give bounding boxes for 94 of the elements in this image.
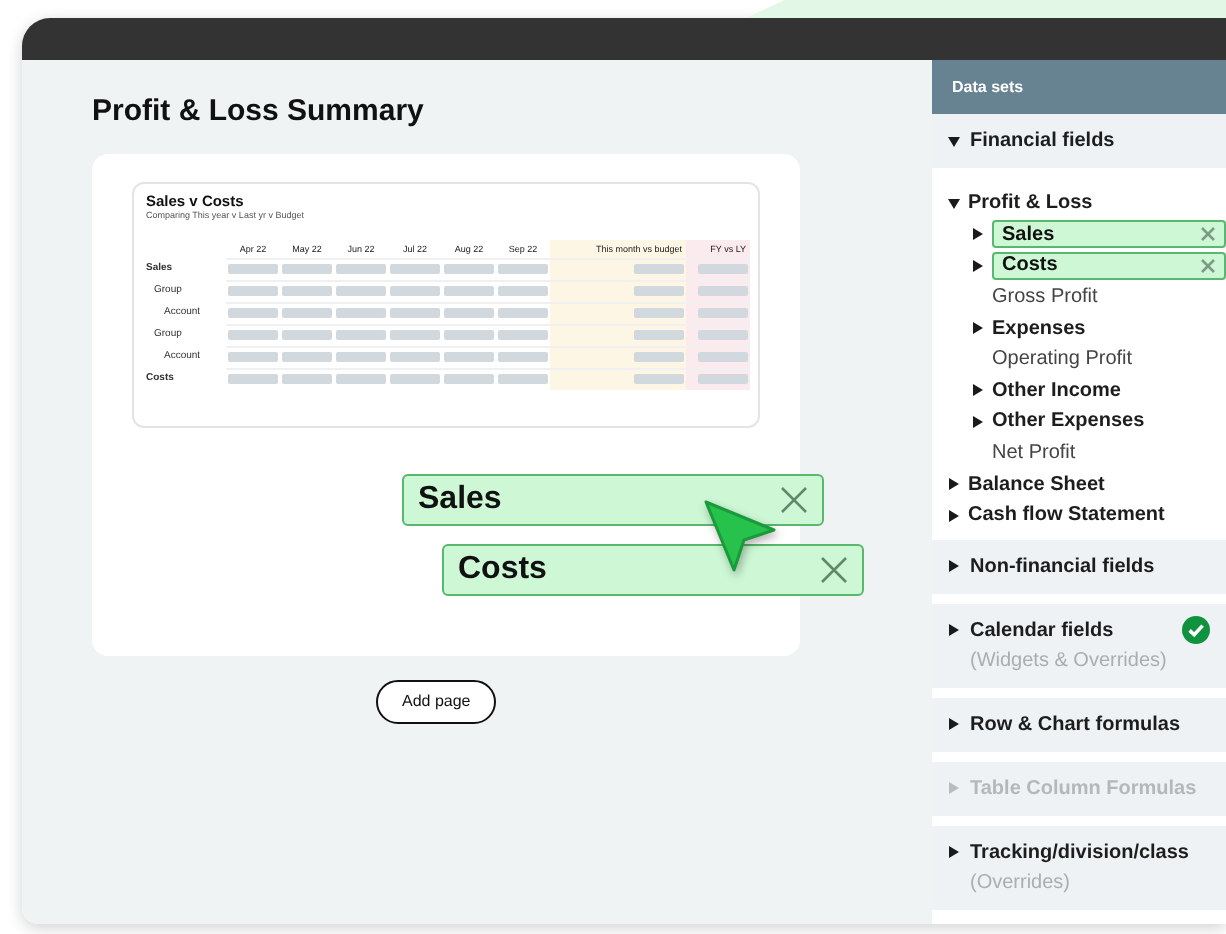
tree-item[interactable]: Balance Sheet — [968, 469, 1105, 500]
tree-item[interactable]: Gross Profit — [992, 282, 1098, 313]
selected-field-chip[interactable]: Sales — [992, 220, 1226, 249]
dragged-field-chip[interactable]: Sales — [402, 474, 824, 526]
placeholder-bar — [634, 308, 684, 319]
caret-icon[interactable] — [948, 478, 960, 491]
placeholder-bar — [634, 330, 684, 341]
section-label: Table Column Formulas — [970, 775, 1197, 804]
placeholder-bar — [698, 264, 748, 275]
caret-icon[interactable] — [948, 197, 960, 210]
selected-field-chip[interactable]: Costs — [992, 251, 1226, 280]
tree-item[interactable]: Cash flow Statement — [968, 500, 1165, 531]
chip-label: Costs — [1002, 252, 1058, 281]
placeholder-bar — [498, 374, 548, 385]
chip-label: Sales — [418, 480, 502, 520]
placeholder-bar — [282, 308, 332, 319]
caret-icon[interactable] — [972, 384, 984, 397]
placeholder-bar — [498, 286, 548, 297]
placeholder-bar — [282, 374, 332, 385]
placeholder-bar — [228, 264, 278, 275]
placeholder-bar — [282, 352, 332, 363]
tree-item[interactable]: Operating Profit — [992, 344, 1133, 375]
close-icon[interactable] — [1200, 257, 1216, 274]
placeholder-bar — [336, 308, 386, 319]
section-label[interactable]: Non-financial fields — [970, 551, 1155, 582]
placeholder-bar — [228, 374, 278, 385]
placeholder-bar — [634, 352, 684, 363]
caret-icon[interactable] — [948, 718, 960, 731]
caret-icon[interactable] — [972, 322, 984, 335]
placeholder-bar — [390, 264, 440, 275]
chip-label: Costs — [458, 550, 547, 590]
placeholder-bar — [698, 330, 748, 341]
placeholder-bar — [444, 330, 494, 341]
placeholder-bar — [498, 264, 548, 275]
placeholder-bar — [228, 352, 278, 363]
chip-label: Sales — [1002, 221, 1055, 250]
placeholder-bar — [698, 352, 748, 363]
placeholder-bar — [336, 286, 386, 297]
close-icon[interactable] — [820, 556, 848, 584]
placeholder-bar — [498, 352, 548, 363]
caret-icon[interactable] — [948, 846, 960, 859]
placeholder-bar — [498, 330, 548, 341]
section-subtitle: (Overrides) — [968, 869, 1073, 898]
placeholder-bar — [634, 264, 684, 275]
placeholder-bar — [698, 286, 748, 297]
dragged-field-chip[interactable]: Costs — [442, 544, 864, 596]
caret-icon[interactable] — [948, 624, 960, 637]
section-label[interactable]: Financial fields — [970, 126, 1115, 156]
placeholder-bar — [336, 330, 386, 341]
placeholder-bar — [228, 286, 278, 297]
placeholder-bar — [698, 374, 748, 385]
caret-icon[interactable] — [948, 509, 960, 522]
placeholder-bar — [282, 264, 332, 275]
tree-item[interactable]: Expenses — [992, 313, 1086, 344]
placeholder-bar — [444, 374, 494, 385]
placeholder-bar — [282, 330, 332, 341]
placeholder-bar — [390, 286, 440, 297]
caret-icon[interactable] — [948, 135, 960, 147]
placeholder-bar — [228, 330, 278, 341]
caret-icon[interactable] — [972, 259, 984, 272]
cursor-icon — [700, 496, 780, 576]
placeholder-bar — [390, 330, 440, 341]
caret-icon[interactable] — [972, 415, 984, 428]
caret-icon[interactable] — [972, 228, 984, 241]
section-label[interactable]: Row & Chart formulas — [970, 709, 1181, 740]
placeholder-bar — [390, 352, 440, 363]
placeholder-bar — [336, 374, 386, 385]
placeholder-bar — [282, 286, 332, 297]
placeholder-bar — [444, 352, 494, 363]
placeholder-bar — [444, 286, 494, 297]
close-icon[interactable] — [1200, 226, 1216, 243]
placeholder-bar — [444, 308, 494, 319]
section-label[interactable]: Tracking/division/class — [970, 837, 1189, 868]
close-icon[interactable] — [780, 486, 808, 514]
placeholder-bar — [336, 352, 386, 363]
tree-item[interactable]: Other Income — [992, 375, 1121, 406]
sidebar-title: Data sets — [932, 60, 1226, 114]
caret-icon[interactable] — [948, 560, 960, 573]
tree-item[interactable]: Profit & Loss — [968, 188, 1093, 219]
placeholder-bar — [336, 264, 386, 275]
placeholder-bar — [634, 286, 684, 297]
section-subtitle: (Widgets & Overrides) — [968, 647, 1169, 676]
tree-item[interactable]: Net Profit — [992, 438, 1076, 469]
page-title: Profit & Loss Summary — [92, 94, 426, 130]
add-page-button[interactable]: Add page — [376, 680, 497, 724]
placeholder-bar — [390, 374, 440, 385]
tree-item[interactable]: Other Expenses — [992, 406, 1145, 437]
section-label[interactable]: Calendar fields — [970, 615, 1114, 646]
placeholder-bar — [390, 308, 440, 319]
placeholder-bar — [634, 374, 684, 385]
placeholder-bar — [444, 264, 494, 275]
placeholder-bar — [498, 308, 548, 319]
placeholder-bar — [698, 308, 748, 319]
placeholder-bar — [228, 308, 278, 319]
